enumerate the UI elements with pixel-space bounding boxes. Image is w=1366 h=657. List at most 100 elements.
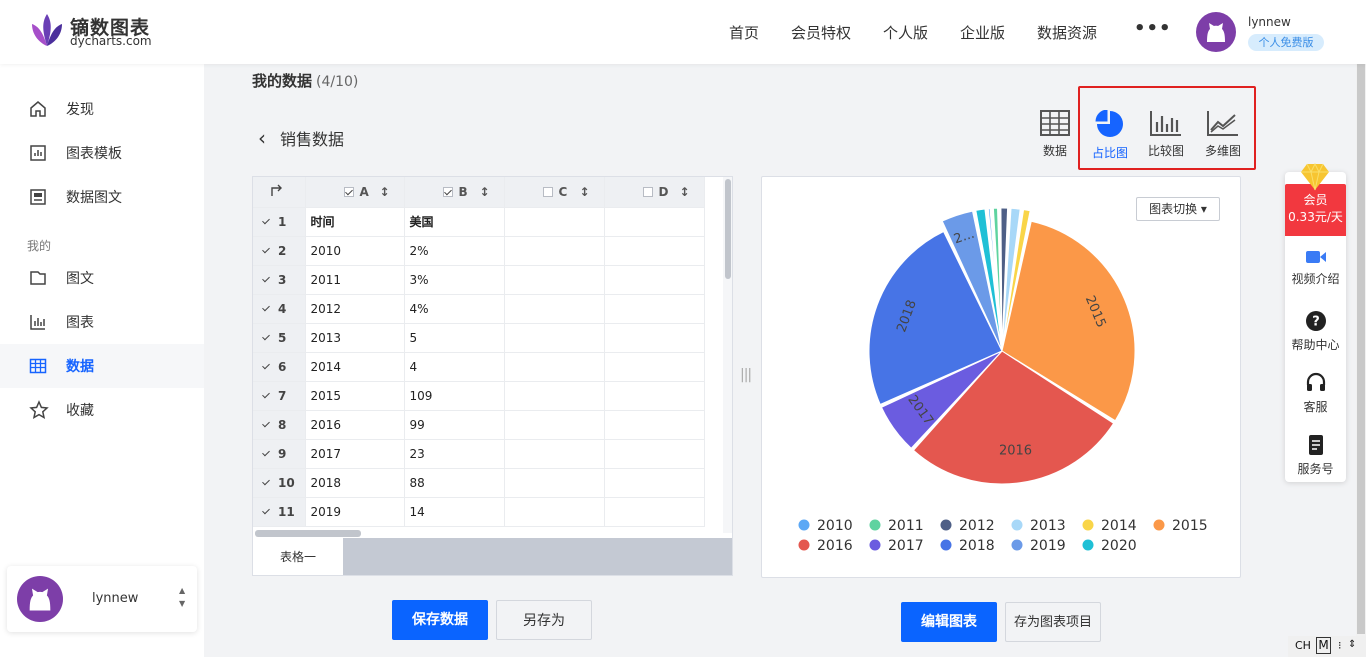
row-number-cell[interactable]: 10 [253,468,306,498]
save-chart-project-button[interactable]: 存为图表项目 [1005,602,1101,642]
row-checkbox[interactable] [262,333,272,343]
save-as-button[interactable]: 另存为 [496,600,592,640]
row-checkbox[interactable] [262,275,272,285]
nav-more-icon[interactable]: ••• [1134,18,1172,39]
cell-a[interactable]: 时间 [305,207,405,237]
plan-badge[interactable]: 个人免费版 [1248,34,1324,51]
resize-icon[interactable]: ↕ [379,185,389,199]
row-checkbox[interactable] [262,507,272,517]
legend-swatch-2013[interactable] [1011,519,1023,531]
cell-c[interactable] [504,265,605,295]
legend-swatch-2018[interactable] [940,539,952,551]
legend-label-2015[interactable]: 2015 [1172,518,1208,534]
cell-c[interactable] [504,294,605,324]
legend-label-2014[interactable]: 2014 [1101,518,1137,534]
cell-c[interactable] [504,352,605,382]
row-number-cell[interactable]: 9 [253,439,306,469]
cell-d[interactable] [604,323,705,353]
service-account-button[interactable]: 服务号 [1285,434,1346,477]
legend-swatch-2011[interactable] [869,519,881,531]
sidebar-item-favorites[interactable]: 收藏 [0,388,204,432]
legend-swatch-2017[interactable] [869,539,881,551]
cell-c[interactable] [504,468,605,498]
video-intro-button[interactable]: 视频介绍 [1285,248,1346,287]
legend-label-2016[interactable]: 2016 [817,538,853,554]
cell-a[interactable]: 2012 [305,294,405,324]
row-number-cell[interactable]: 11 [253,497,306,527]
cell-d[interactable] [604,352,705,382]
data-sheet[interactable]: A ↕ B ↕ C ↕ D ↕ 1 时间 美国 2 2010 2% 3 2011 3% 4 2012 4% 5 2… [252,176,733,576]
sidebar-item-data[interactable]: 数据 [0,344,204,388]
cell-b[interactable]: 2% [404,236,505,266]
customer-service-button[interactable]: 客服 [1285,372,1346,415]
legend-label-2011[interactable]: 2011 [888,518,924,534]
table-row[interactable]: 10 2018 88 [253,468,705,498]
row-checkbox[interactable] [262,304,272,314]
cell-a[interactable]: 2018 [305,468,405,498]
legend-swatch-2020[interactable] [1082,539,1094,551]
sidebar-item-data-articles[interactable]: 数据图文 [0,175,204,219]
column-checkbox[interactable] [442,186,453,197]
cell-b[interactable]: 88 [404,468,505,498]
column-header-d[interactable]: D ↕ [604,177,705,208]
table-row[interactable]: 1 时间 美国 [253,207,705,237]
cell-c[interactable] [504,323,605,353]
cell-c[interactable] [504,207,605,237]
sheet-corner[interactable] [253,177,306,208]
cell-d[interactable] [604,294,705,324]
legend-swatch-2014[interactable] [1082,519,1094,531]
legend-swatch-2019[interactable] [1011,539,1023,551]
cell-a[interactable]: 2010 [305,236,405,266]
row-checkbox[interactable] [262,362,272,372]
updown-icon[interactable]: ▲ ▼ [179,584,185,610]
sheet-horizontal-scrollbar[interactable] [253,528,723,538]
column-checkbox[interactable] [343,186,354,197]
cell-b[interactable]: 99 [404,410,505,440]
cell-c[interactable] [504,497,605,527]
nav-item-data-resources[interactable]: 数据资源 [1037,22,1097,43]
user-menu[interactable]: lynnew 个人免费版 [1196,12,1324,52]
row-number-cell[interactable]: 3 [253,265,306,295]
table-row[interactable]: 6 2014 4 [253,352,705,382]
column-header-c[interactable]: C ↕ [504,177,605,208]
nav-item-personal[interactable]: 个人版 [883,22,928,43]
resize-icon[interactable]: ↕ [579,185,589,199]
legend-label-2010[interactable]: 2010 [817,518,853,534]
avatar[interactable] [1196,12,1236,52]
cell-b[interactable]: 美国 [404,207,505,237]
cell-a[interactable]: 2019 [305,497,405,527]
legend-label-2013[interactable]: 2013 [1030,518,1066,534]
chart-type-data[interactable]: 数据 [1031,110,1079,159]
table-row[interactable]: 7 2015 109 [253,381,705,411]
pie-chart[interactable]: 20152016201720182...2010 2011 2012 2013 2014… [762,177,1240,577]
row-checkbox[interactable] [262,391,272,401]
chevron-left-icon[interactable]: ‹ [258,126,266,150]
resize-icon[interactable]: ↕ [679,185,689,199]
sheet-tab[interactable]: 表格一 [253,538,343,575]
vip-banner[interactable]: 会员 0.33元/天 [1285,162,1346,236]
table-row[interactable]: 2 2010 2% [253,236,705,266]
table-row[interactable]: 8 2016 99 [253,410,705,440]
legend-swatch-2012[interactable] [940,519,952,531]
table-row[interactable]: 9 2017 23 [253,439,705,469]
row-checkbox[interactable] [262,246,272,256]
row-number-cell[interactable]: 4 [253,294,306,324]
cell-a[interactable]: 2015 [305,381,405,411]
legend-label-2018[interactable]: 2018 [959,538,995,554]
cell-d[interactable] [604,497,705,527]
row-number-cell[interactable]: 6 [253,352,306,382]
legend-label-2017[interactable]: 2017 [888,538,924,554]
sheet-vertical-scrollbar[interactable] [723,177,732,533]
nav-item-enterprise[interactable]: 企业版 [960,22,1005,43]
splitter-handle[interactable]: ||| [740,367,752,383]
row-number-cell[interactable]: 7 [253,381,306,411]
row-checkbox[interactable] [262,217,272,227]
nav-item-member[interactable]: 会员特权 [791,22,851,43]
cell-a[interactable]: 2016 [305,410,405,440]
sidebar-item-discover[interactable]: 发现 [0,87,204,131]
row-number-cell[interactable]: 8 [253,410,306,440]
help-center-button[interactable]: ? 帮助中心 [1285,310,1346,353]
cell-c[interactable] [504,381,605,411]
cell-b[interactable]: 4% [404,294,505,324]
row-checkbox[interactable] [262,420,272,430]
